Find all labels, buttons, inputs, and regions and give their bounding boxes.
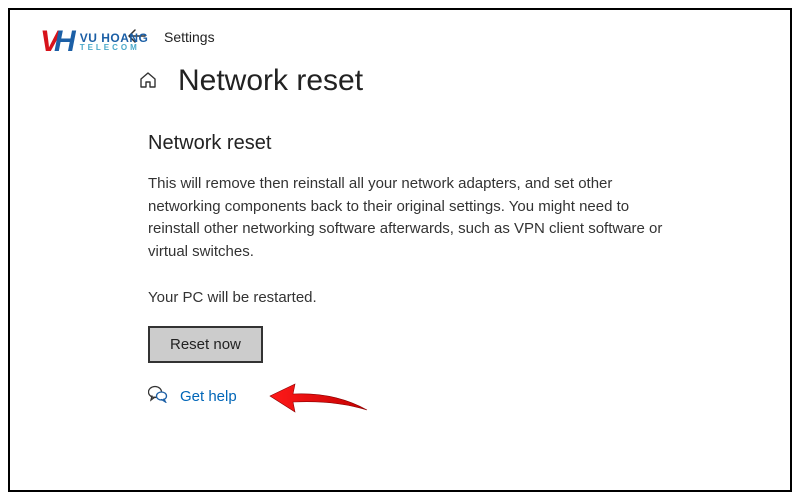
logo-sub-text: TELECOM bbox=[80, 44, 149, 52]
content-area: Network reset This will remove then rein… bbox=[148, 132, 668, 408]
section-heading: Network reset bbox=[148, 132, 668, 155]
home-icon[interactable] bbox=[138, 70, 158, 93]
logo-text: VU HOANG TELECOM bbox=[80, 32, 149, 52]
logo-mark: V H bbox=[40, 30, 74, 54]
logo-h-icon: H bbox=[54, 30, 74, 54]
help-row: Get help bbox=[148, 385, 668, 408]
title-row: Network reset bbox=[138, 64, 762, 98]
chat-help-icon bbox=[148, 385, 168, 408]
restart-note: Your PC will be restarted. bbox=[148, 289, 668, 306]
topbar: Settings bbox=[128, 28, 762, 46]
watermark-logo: V H VU HOANG TELECOM bbox=[40, 30, 148, 54]
description-text: This will remove then reinstall all your… bbox=[148, 173, 668, 263]
page-title: Network reset bbox=[178, 64, 363, 98]
settings-breadcrumb: Settings bbox=[164, 29, 215, 45]
get-help-link[interactable]: Get help bbox=[180, 388, 237, 405]
reset-now-button[interactable]: Reset now bbox=[148, 326, 263, 363]
window-frame: V H VU HOANG TELECOM Settings Network re… bbox=[8, 8, 792, 492]
